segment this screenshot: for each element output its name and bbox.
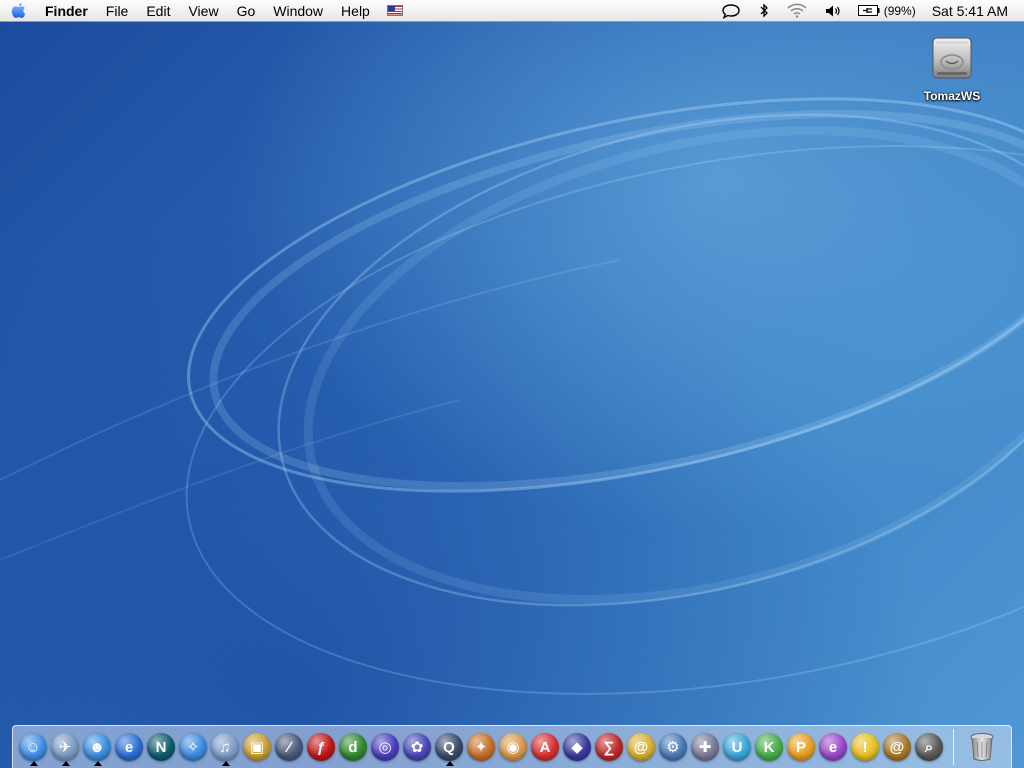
menu-window[interactable]: Window [264, 0, 332, 22]
battery-icon [857, 5, 880, 16]
menu-file[interactable]: File [97, 0, 138, 22]
internet-explorer-icon: e [115, 733, 143, 761]
dock-item-illustrator[interactable]: ✦ [465, 728, 497, 766]
menu-edit[interactable]: Edit [137, 0, 179, 22]
ichat-icon: ☻ [83, 733, 111, 761]
finder-icon: ☺ [19, 733, 47, 761]
dock-item-trash[interactable] [966, 728, 998, 766]
dock-separator [953, 729, 954, 765]
pen-tool-icon: ∕ [275, 733, 303, 761]
dock-item-app-p[interactable]: P [785, 728, 817, 766]
running-indicator [30, 761, 38, 766]
preview-icon: ◉ [499, 733, 527, 761]
dock-item-address-book[interactable]: @ [881, 728, 913, 766]
hard-drive-icon [932, 37, 972, 79]
dock-item-mathtype[interactable]: ∑ [593, 728, 625, 766]
dock-item-app-e[interactable]: e [817, 728, 849, 766]
dock-item-system-preferences[interactable]: ⚙ [657, 728, 689, 766]
dock-item-preview[interactable]: ◉ [497, 728, 529, 766]
running-indicator [446, 761, 454, 766]
illustrator-icon: ✦ [467, 733, 495, 761]
system-preferences-icon: ⚙ [659, 733, 687, 761]
netscape-icon: N [147, 733, 175, 761]
mail-icon: ✈ [51, 733, 79, 761]
app-e-icon: e [819, 733, 847, 761]
menu-finder[interactable]: Finder [36, 0, 97, 22]
menu-bar: Finder File Edit View Go Window Help (99… [0, 0, 1024, 22]
acrobat-icon: A [531, 733, 559, 761]
stuffit-icon: ◆ [563, 733, 591, 761]
dock-item-quicktime[interactable]: Q [433, 728, 465, 766]
menu-extras: (99%) Sat 5:41 AM [712, 0, 1024, 22]
bluetooth-icon[interactable] [759, 3, 769, 18]
desktop-icon-label: TomazWS [923, 89, 981, 103]
dock-item-freehand[interactable]: ✿ [401, 728, 433, 766]
dock-item-stuffit[interactable]: ◆ [561, 728, 593, 766]
trash-icon [970, 733, 994, 761]
dreamweaver-icon: d [339, 733, 367, 761]
dock-item-netscape[interactable]: N [145, 728, 177, 766]
mathtype-icon: ∑ [595, 733, 623, 761]
safari-icon: ✧ [179, 733, 207, 761]
apple-icon[interactable] [0, 2, 36, 19]
dock-item-transmit[interactable]: ▣ [241, 728, 273, 766]
wallpaper-swirls [0, 97, 1024, 695]
dock-item-app-k[interactable]: K [753, 728, 785, 766]
console-icon: ! [851, 733, 879, 761]
menu-go[interactable]: Go [228, 0, 265, 22]
fireworks-icon: ◎ [371, 733, 399, 761]
dock-item-dreamweaver[interactable]: d [337, 728, 369, 766]
flash-icon: ƒ [307, 733, 335, 761]
dock-item-fireworks[interactable]: ◎ [369, 728, 401, 766]
dock-item-mail[interactable]: ✈ [49, 728, 81, 766]
app-k-icon: K [755, 733, 783, 761]
us-flag-icon[interactable] [386, 5, 403, 16]
dock-item-internet-explorer[interactable]: e [113, 728, 145, 766]
running-indicator [222, 761, 230, 766]
running-indicator [94, 761, 102, 766]
ichat-status-icon[interactable] [721, 3, 741, 19]
itunes-icon: ♫ [211, 733, 239, 761]
dock-item-safari[interactable]: ✧ [177, 728, 209, 766]
dock-item-disk-utility[interactable]: ✚ [689, 728, 721, 766]
running-indicator [62, 761, 70, 766]
quicktime-icon: Q [435, 733, 463, 761]
dock: ☺ ✈ ☻ e N ✧ ♫ ▣ ∕ ƒ d ◎ ✿ Q ✦ ◉ A ◆ ∑ @ ⚙ ✚ U K Pe! @ ⌕ [12, 725, 1012, 768]
transmit-icon: ▣ [243, 733, 271, 761]
dock-item-sherlock[interactable]: ⌕ [913, 728, 945, 766]
dock-item-console[interactable]: ! [849, 728, 881, 766]
disk-utility-icon: ✚ [691, 733, 719, 761]
app-p-icon: P [787, 733, 815, 761]
menu-clock[interactable]: Sat 5:41 AM [922, 3, 1024, 19]
dock-item-flash[interactable]: ƒ [305, 728, 337, 766]
menu-help[interactable]: Help [332, 0, 379, 22]
dock-item-acrobat[interactable]: A [529, 728, 561, 766]
address-book-icon: @ [883, 733, 911, 761]
dock-apps: ☺ ✈ ☻ e N ✧ ♫ ▣ ∕ ƒ d ◎ ✿ Q ✦ ◉ A ◆ ∑ @ ⚙ ✚ U K Pe! @ ⌕ [17, 728, 945, 766]
dock-item-app-u[interactable]: U [721, 728, 753, 766]
dock-item-itunes[interactable]: ♫ [209, 728, 241, 766]
battery-status[interactable]: (99%) [857, 3, 916, 18]
volume-icon[interactable] [825, 4, 843, 18]
dock-item-fetch[interactable]: @ [625, 728, 657, 766]
freehand-icon: ✿ [403, 733, 431, 761]
app-u-icon: U [723, 733, 751, 761]
dock-item-finder[interactable]: ☺ [17, 728, 49, 766]
battery-percentage: (99%) [883, 3, 916, 18]
menu-view[interactable]: View [179, 0, 227, 22]
dock-item-ichat[interactable]: ☻ [81, 728, 113, 766]
fetch-icon: @ [627, 733, 655, 761]
sherlock-icon: ⌕ [915, 733, 943, 761]
dock-item-pen-tool[interactable]: ∕ [273, 728, 305, 766]
desktop-icon-hard-drive[interactable]: TomazWS [916, 34, 988, 103]
wifi-icon[interactable] [787, 3, 807, 18]
desktop[interactable]: Finder File Edit View Go Window Help (99… [0, 0, 1024, 768]
